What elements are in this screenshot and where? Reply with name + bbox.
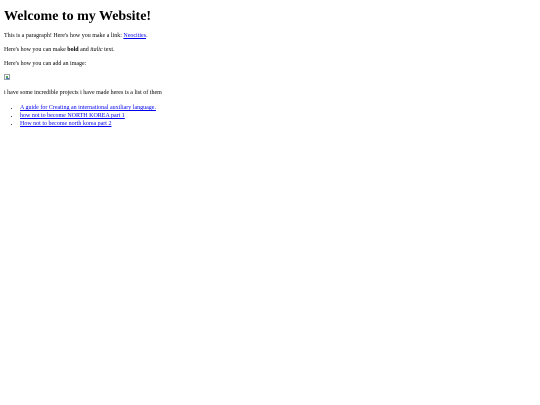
intro-paragraph: This is a paragraph! Here's how you make…	[4, 32, 536, 40]
intro-punctuation: .	[146, 33, 148, 39]
image-paragraph: Here's how you can add an image:	[4, 61, 87, 67]
broken-image-icon	[4, 74, 10, 80]
list-item: A guide for Creating an international au…	[20, 104, 536, 112]
image-container	[4, 74, 536, 82]
page-title: Welcome to my Website!	[4, 9, 152, 24]
italic-text: italic	[90, 47, 103, 53]
project-link-language-guide[interactable]: A guide for Creating an international au…	[20, 105, 156, 111]
projects-intro: i have some incredible projects i have m…	[4, 90, 162, 96]
formatting-text-end: text.	[102, 47, 115, 53]
list-item: How not to become north korea part 2	[20, 120, 536, 128]
intro-text: This is a paragraph! Here's how you make…	[4, 33, 124, 39]
bold-text: bold	[67, 47, 79, 53]
formatting-text-start: Here's how you can make	[4, 47, 68, 53]
project-link-north-korea-part-2[interactable]: How not to become north korea part 2	[20, 121, 111, 127]
page: Welcome to my Website! This is a paragra…	[0, 0, 540, 128]
formatting-paragraph: Here's how you can make bold and italic …	[4, 46, 536, 54]
project-link-north-korea-part-1[interactable]: how not to become NORTH KOREA part 1	[20, 113, 125, 119]
formatting-text-middle: and	[78, 47, 91, 53]
list-item: how not to become NORTH KOREA part 1	[20, 112, 536, 120]
projects-list: A guide for Creating an international au…	[4, 104, 536, 128]
neocities-link[interactable]: Neocities	[123, 33, 146, 39]
